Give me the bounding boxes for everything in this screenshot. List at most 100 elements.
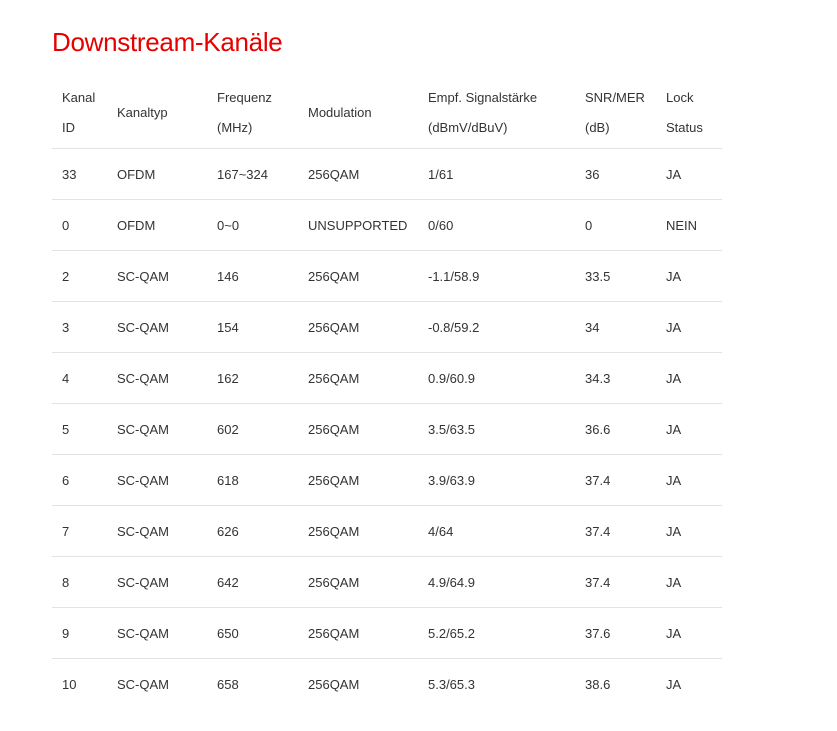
header-modulation: Modulation (298, 78, 418, 149)
cell-channel-id: 3 (52, 301, 107, 353)
table-row: 7 SC-QAM 626 256QAM 4/64 37.4 JA (52, 505, 722, 557)
cell-channel-id: 5 (52, 403, 107, 455)
header-line: Kanal (62, 90, 96, 105)
header-line: Modulation (308, 105, 372, 120)
cell-channel-type: SC-QAM (107, 658, 207, 709)
cell-frequency: 650 (207, 607, 298, 659)
cell-snr-mer: 34 (575, 301, 656, 353)
table-row: 9 SC-QAM 650 256QAM 5.2/65.2 37.6 JA (52, 607, 722, 659)
cell-snr-mer: 33.5 (575, 250, 656, 302)
cell-modulation: 256QAM (298, 505, 418, 557)
cell-lock-status: JA (656, 658, 722, 709)
cell-channel-id: 0 (52, 199, 107, 251)
header-channel-id: Kanal ID (52, 78, 107, 149)
header-line: Status (666, 120, 703, 135)
cell-signal-strength: 3.9/63.9 (418, 454, 575, 506)
cell-lock-status: JA (656, 148, 722, 200)
cell-snr-mer: 0 (575, 199, 656, 251)
cell-frequency: 602 (207, 403, 298, 455)
cell-lock-status: JA (656, 352, 722, 404)
cell-channel-id: 4 (52, 352, 107, 404)
cell-channel-id: 33 (52, 148, 107, 200)
cell-snr-mer: 34.3 (575, 352, 656, 404)
cell-modulation: 256QAM (298, 556, 418, 608)
page-title: Downstream-Kanäle (52, 27, 283, 57)
header-channel-type: Kanaltyp (107, 78, 207, 149)
table-row: 4 SC-QAM 162 256QAM 0.9/60.9 34.3 JA (52, 352, 722, 404)
header-line: Empf. Signalstärke (428, 90, 538, 105)
downstream-channels-table: Kanal ID Kanaltyp Frequenz (MHz) Modulat… (52, 78, 722, 709)
cell-signal-strength: 3.5/63.5 (418, 403, 575, 455)
table-header: Kanal ID Kanaltyp Frequenz (MHz) Modulat… (52, 78, 722, 149)
table-row: 5 SC-QAM 602 256QAM 3.5/63.5 36.6 JA (52, 403, 722, 455)
header-line: Lock (666, 90, 694, 105)
cell-modulation: 256QAM (298, 403, 418, 455)
cell-channel-type: SC-QAM (107, 352, 207, 404)
table-body: 33 OFDM 167~324 256QAM 1/61 36 JA 0 OFDM 0~0 UNSUP… (52, 148, 722, 709)
cell-signal-strength: -1.1/58.9 (418, 250, 575, 302)
cell-snr-mer: 37.4 (575, 505, 656, 557)
cell-channel-type: OFDM (107, 199, 207, 251)
cell-lock-status: JA (656, 454, 722, 506)
cell-modulation: 256QAM (298, 250, 418, 302)
cell-signal-strength: 5.3/65.3 (418, 658, 575, 709)
cell-lock-status: JA (656, 505, 722, 557)
cell-frequency: 618 (207, 454, 298, 506)
cell-channel-type: SC-QAM (107, 556, 207, 608)
table-row: 0 OFDM 0~0 UNSUPPORTED 0/60 0 NEIN (52, 199, 722, 251)
cell-snr-mer: 38.6 (575, 658, 656, 709)
cell-channel-id: 8 (52, 556, 107, 608)
cell-lock-status: JA (656, 556, 722, 608)
cell-frequency: 162 (207, 352, 298, 404)
cell-signal-strength: 1/61 (418, 148, 575, 200)
table-row: 10 SC-QAM 658 256QAM 5.3/65.3 38.6 JA (52, 658, 722, 709)
cell-frequency: 642 (207, 556, 298, 608)
cell-modulation: 256QAM (298, 352, 418, 404)
header-snr-mer: SNR/MER (dB) (575, 78, 656, 149)
cell-signal-strength: 0.9/60.9 (418, 352, 575, 404)
cell-snr-mer: 36.6 (575, 403, 656, 455)
table-row: 6 SC-QAM 618 256QAM 3.9/63.9 37.4 JA (52, 454, 722, 506)
header-lock-status: Lock Status (656, 78, 722, 149)
cell-frequency: 167~324 (207, 148, 298, 200)
cell-signal-strength: -0.8/59.2 (418, 301, 575, 353)
cell-channel-type: OFDM (107, 148, 207, 200)
cell-modulation: 256QAM (298, 454, 418, 506)
cell-lock-status: JA (656, 607, 722, 659)
cell-channel-id: 7 (52, 505, 107, 557)
cell-channel-type: SC-QAM (107, 250, 207, 302)
cell-frequency: 626 (207, 505, 298, 557)
cell-modulation: 256QAM (298, 607, 418, 659)
cell-channel-id: 9 (52, 607, 107, 659)
cell-channel-id: 2 (52, 250, 107, 302)
cell-lock-status: JA (656, 250, 722, 302)
cell-channel-type: SC-QAM (107, 301, 207, 353)
header-line: (dBmV/dBuV) (428, 120, 508, 135)
cell-signal-strength: 4.9/64.9 (418, 556, 575, 608)
table-row: 3 SC-QAM 154 256QAM -0.8/59.2 34 JA (52, 301, 722, 353)
header-line: ID (62, 120, 75, 135)
cell-frequency: 0~0 (207, 199, 298, 251)
header-frequency: Frequenz (MHz) (207, 78, 298, 149)
cell-snr-mer: 36 (575, 148, 656, 200)
table-header-row: Kanal ID Kanaltyp Frequenz (MHz) Modulat… (52, 78, 722, 149)
header-line: Kanaltyp (117, 105, 168, 120)
header-line: (MHz) (217, 120, 253, 135)
downstream-table-container: Kanal ID Kanaltyp Frequenz (MHz) Modulat… (52, 78, 722, 709)
cell-snr-mer: 37.4 (575, 556, 656, 608)
cell-modulation: 256QAM (298, 301, 418, 353)
cell-frequency: 154 (207, 301, 298, 353)
cell-channel-type: SC-QAM (107, 505, 207, 557)
cell-channel-type: SC-QAM (107, 607, 207, 659)
cell-modulation: 256QAM (298, 658, 418, 709)
cell-channel-type: SC-QAM (107, 454, 207, 506)
cell-channel-id: 10 (52, 658, 107, 709)
cell-lock-status: NEIN (656, 199, 722, 251)
table-row: 8 SC-QAM 642 256QAM 4.9/64.9 37.4 JA (52, 556, 722, 608)
cell-signal-strength: 5.2/65.2 (418, 607, 575, 659)
cell-modulation: UNSUPPORTED (298, 199, 418, 251)
header-signal-strength: Empf. Signalstärke (dBmV/dBuV) (418, 78, 575, 149)
cell-modulation: 256QAM (298, 148, 418, 200)
cell-frequency: 146 (207, 250, 298, 302)
cell-channel-type: SC-QAM (107, 403, 207, 455)
